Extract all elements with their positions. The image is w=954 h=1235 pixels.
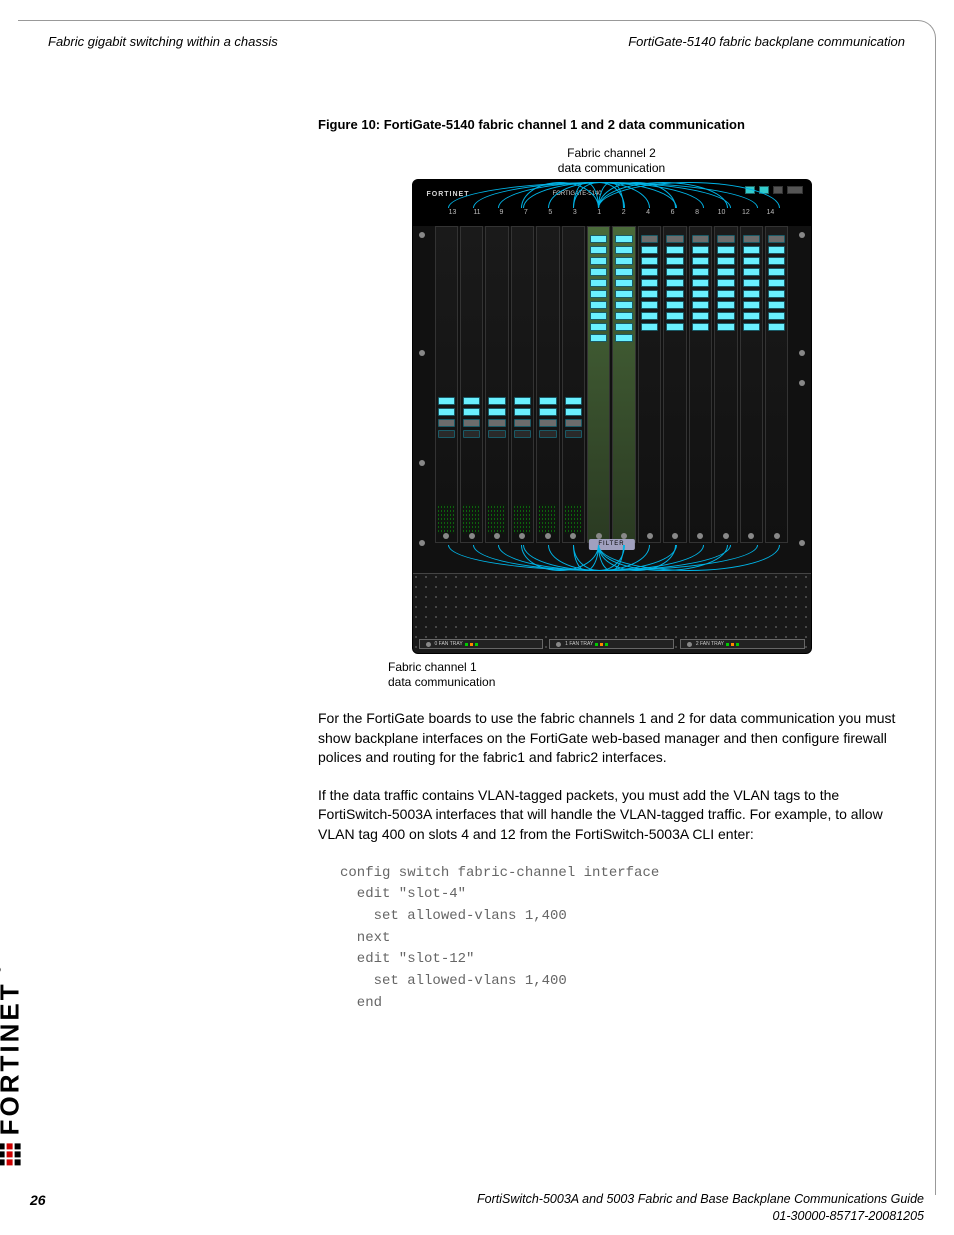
figure-top-label-line1: Fabric channel 2 [567, 146, 656, 160]
registered-icon: ® [0, 963, 6, 973]
header-row: Fabric gigabit switching within a chassi… [18, 33, 935, 61]
footer-line1: FortiSwitch-5003A and 5003 Fabric and Ba… [477, 1192, 924, 1206]
paragraph-1: For the FortiGate boards to use the fabr… [318, 709, 905, 768]
fan-tray-0: 0 FAN TRAY [419, 639, 544, 649]
figure-top-label-line2: data communication [558, 161, 665, 175]
figure-bottom-label-line2: data communication [388, 675, 495, 689]
blade-slot-12 [740, 226, 763, 543]
slot-numbers: 13 11 9 7 5 3 1 2 4 6 8 10 12 14 [443, 208, 781, 218]
side-brand-text: FORTINET [0, 981, 28, 1135]
blade-slot-14 [765, 226, 788, 543]
fan-tray-1: 1 FAN TRAY [549, 639, 674, 649]
figure-caption: Figure 10: FortiGate-5140 fabric channel… [318, 116, 905, 134]
blade-slot-10 [714, 226, 737, 543]
blade-slot-7 [511, 226, 534, 543]
blade-slot-1-switch [587, 226, 610, 543]
chassis-header: FORTINET FORTIGATE-5140 [413, 180, 811, 226]
blade-bay [435, 226, 789, 543]
page-number: 26 [30, 1191, 46, 1210]
figure-top-label: Fabric channel 2 data communication [318, 146, 905, 175]
figure-bottom-label: Fabric channel 1 data communication [388, 660, 905, 689]
footer-line2: 01-30000-85717-20081205 [772, 1209, 924, 1223]
content-column: Figure 10: FortiGate-5140 fabric channel… [318, 61, 905, 1014]
blade-slot-11 [460, 226, 483, 543]
blade-slot-4 [638, 226, 661, 543]
blade-slot-5 [536, 226, 559, 543]
footer: 26 FortiSwitch-5003A and 5003 Fabric and… [30, 1191, 924, 1225]
code-block: config switch fabric-channel interface e… [340, 863, 905, 1015]
left-handle-icon [412, 558, 413, 578]
blade-slot-13 [435, 226, 458, 543]
blade-slot-8 [689, 226, 712, 543]
chassis-middle: FILTER [413, 543, 811, 573]
figure-bottom-label-line1: Fabric channel 1 [388, 660, 477, 674]
header-left: Fabric gigabit switching within a chassi… [48, 33, 278, 51]
blade-slot-3 [562, 226, 585, 543]
blade-slot-2-switch [612, 226, 635, 543]
page-frame: Fabric gigabit switching within a chassi… [18, 20, 936, 1195]
side-brand-logo: FORTINET ® [0, 963, 28, 1165]
chassis-diagram: FORTINET FORTIGATE-5140 [318, 179, 905, 654]
brand-square-icon [0, 1143, 21, 1165]
blade-slot-6 [663, 226, 686, 543]
chassis-bottom: 0 FAN TRAY 1 FAN TRAY 2 FAN TRAY [413, 573, 811, 653]
chassis: FORTINET FORTIGATE-5140 [412, 179, 812, 654]
fan-trays: 0 FAN TRAY 1 FAN TRAY 2 FAN TRAY [419, 639, 805, 649]
fan-tray-2: 2 FAN TRAY [680, 639, 805, 649]
header-right: FortiGate-5140 fabric backplane communic… [628, 33, 905, 51]
blade-slot-9 [485, 226, 508, 543]
paragraph-2: If the data traffic contains VLAN-tagged… [318, 786, 905, 845]
right-handle-icon [811, 558, 812, 578]
